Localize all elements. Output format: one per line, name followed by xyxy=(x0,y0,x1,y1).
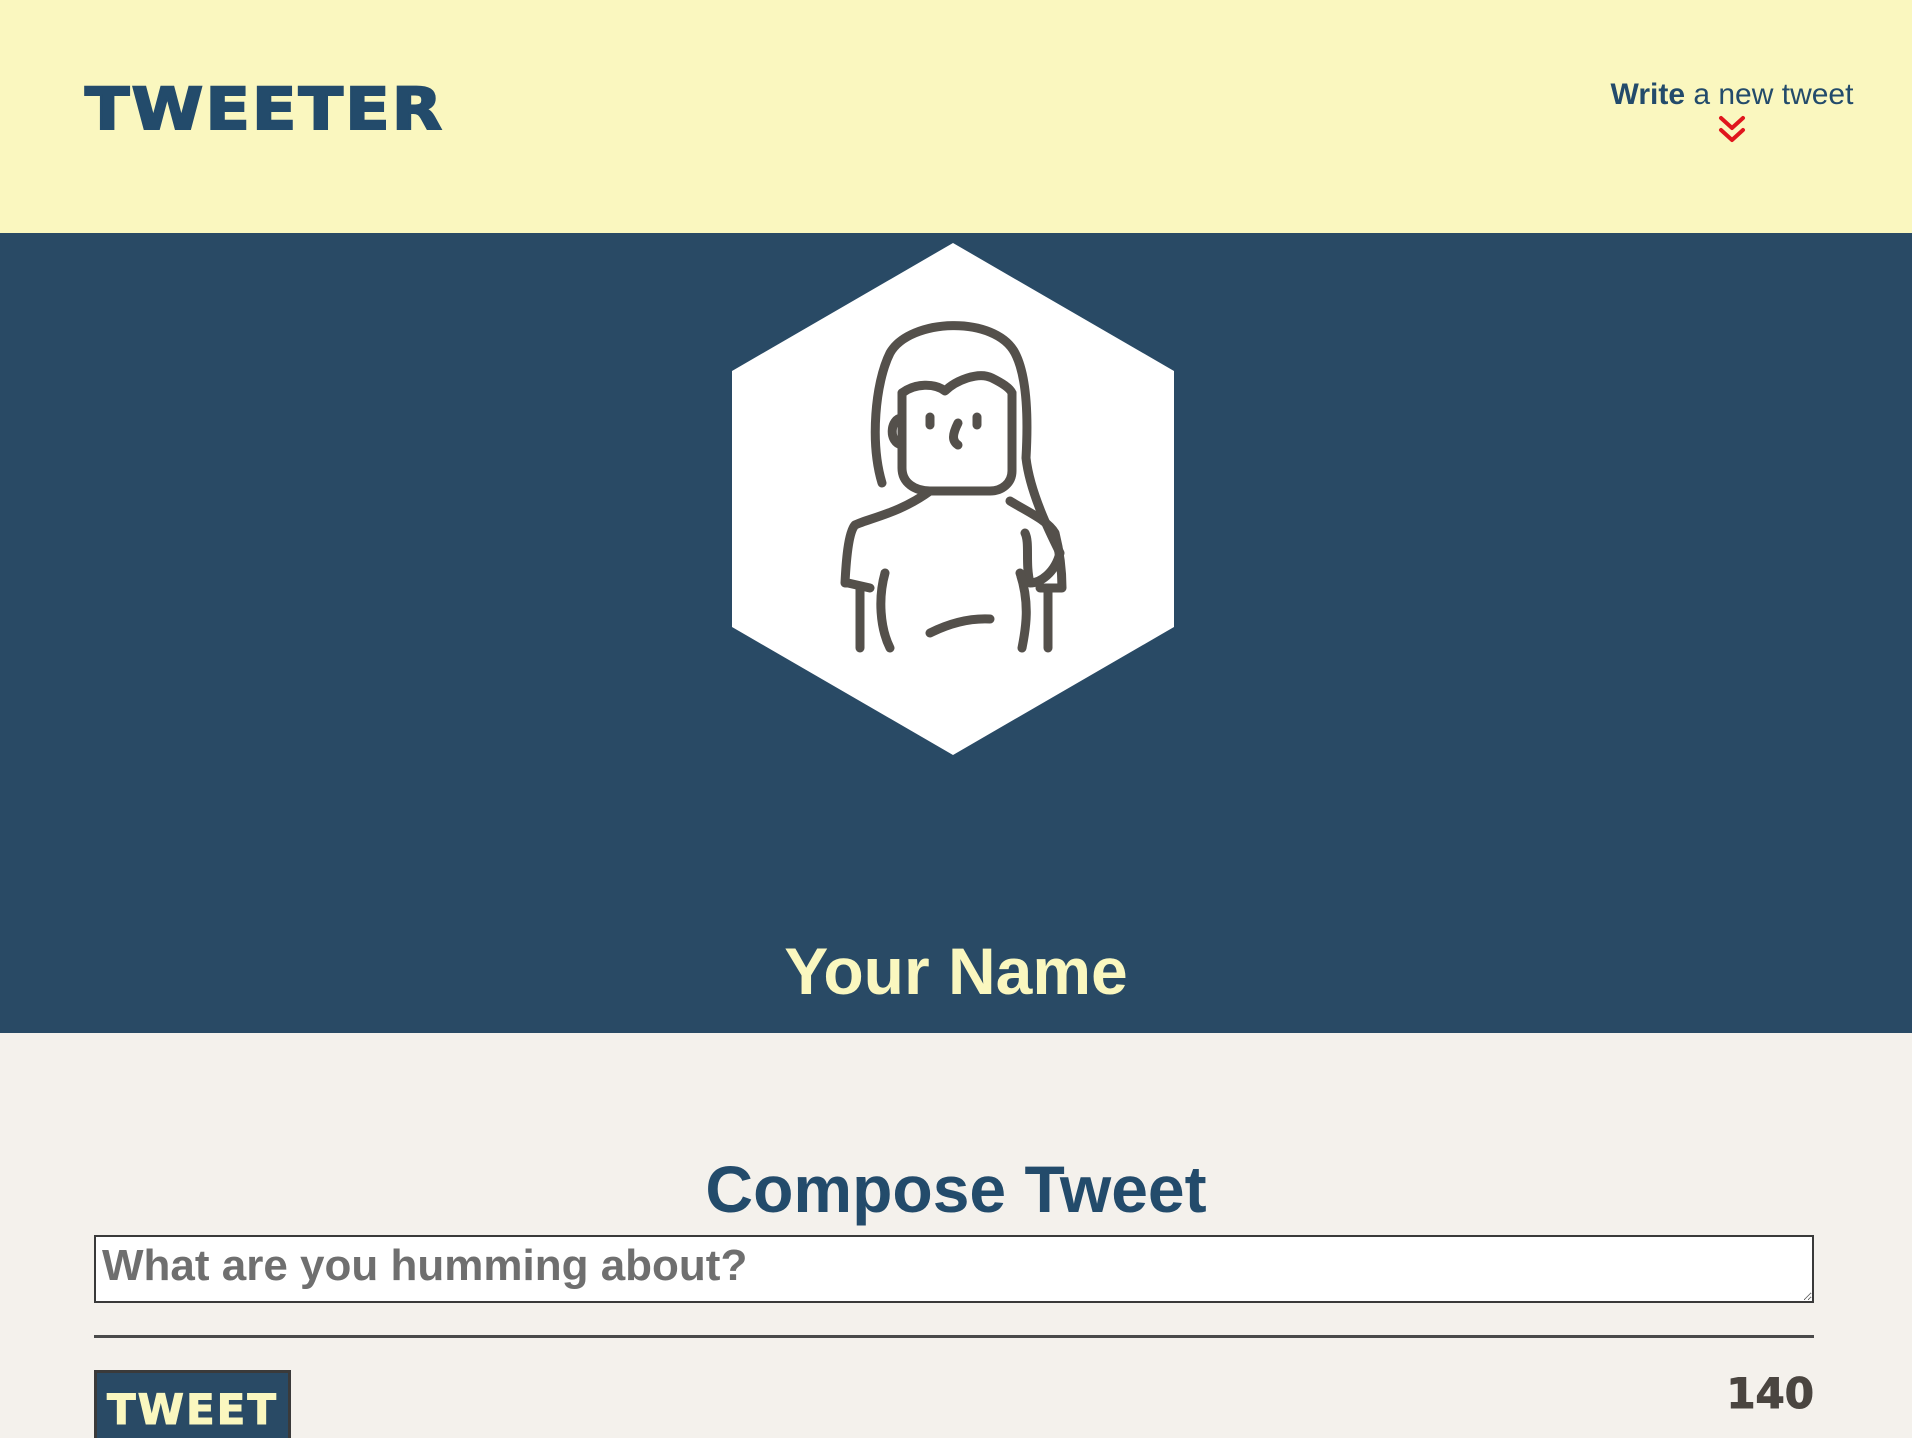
write-new-tweet-label[interactable]: Write a new tweet xyxy=(1602,78,1862,112)
tweet-input[interactable] xyxy=(94,1235,1814,1303)
write-label-bold: Write xyxy=(1610,78,1686,111)
top-nav: TWEETER Write a new tweet xyxy=(0,0,1912,233)
divider xyxy=(94,1335,1814,1338)
compose-title: Compose Tweet xyxy=(705,1151,1207,1226)
double-chevron-down-icon[interactable] xyxy=(1717,114,1747,146)
avatar xyxy=(730,243,1176,755)
write-new-tweet-toggle[interactable]: Write a new tweet xyxy=(1602,78,1862,146)
profile-name: Your Name xyxy=(784,933,1128,1008)
profile-header: Your Name xyxy=(0,233,1912,1033)
user-avatar-icon xyxy=(732,243,1174,755)
write-label-rest: a new tweet xyxy=(1685,78,1854,111)
tweet-submit-button[interactable]: TWEET xyxy=(94,1370,291,1438)
brand-logo[interactable]: TWEETER xyxy=(84,79,444,139)
char-counter: 140 xyxy=(1726,1369,1815,1418)
